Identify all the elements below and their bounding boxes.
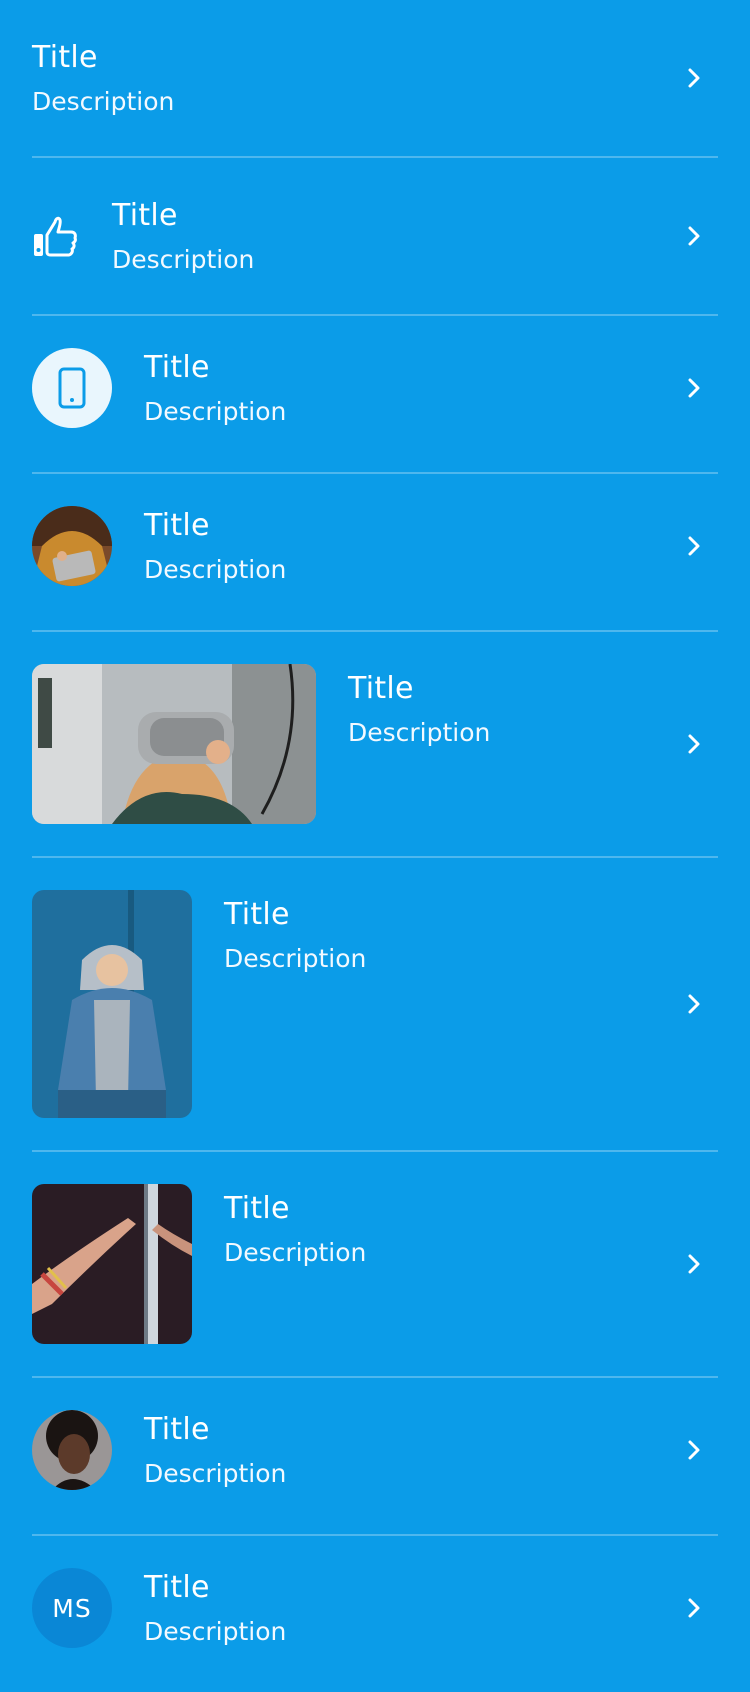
chevron-right-icon (680, 1250, 708, 1278)
list-item-title: Title (224, 897, 290, 932)
list-item[interactable]: Title Description (32, 890, 718, 1118)
divider (32, 1376, 718, 1378)
chevron-right-icon (680, 64, 708, 92)
list-item-text: Title Description (144, 507, 287, 584)
thumbs-up-icon (32, 213, 78, 259)
divider (32, 1534, 718, 1536)
divider (32, 314, 718, 316)
list-item[interactable]: Title Description (32, 348, 718, 428)
list-item[interactable]: Title Description (32, 32, 718, 124)
list-item[interactable]: Title Description (32, 1184, 718, 1344)
chevron-right-icon (680, 222, 708, 250)
list-item-text: Title Description (144, 1569, 287, 1646)
list-item-description: Description (144, 1458, 287, 1488)
list-item-text: Title Description (348, 671, 491, 747)
portrait-photo (32, 1410, 112, 1490)
list-item-title: Title (348, 671, 414, 706)
list-item-text: Title Description (112, 197, 255, 274)
divider (32, 1150, 718, 1152)
hands-photo (32, 1184, 192, 1344)
list-item-description: Description (348, 718, 491, 747)
list-item-description: Description (144, 554, 287, 584)
chevron-right-icon (680, 990, 708, 1018)
list-item-description: Description (32, 86, 175, 116)
list-item-description: Description (144, 396, 287, 426)
divider (32, 856, 718, 858)
avatar (32, 506, 112, 586)
list-item[interactable]: Title Description (32, 664, 718, 824)
list-item[interactable]: MS Title Description (32, 1568, 718, 1648)
list-item[interactable]: Title Description (32, 506, 718, 586)
list-item-title: Title (32, 39, 98, 75)
chevron-right-icon (680, 1594, 708, 1622)
chevron-right-icon (680, 374, 708, 402)
list-item-description: Description (224, 1238, 367, 1267)
divider (32, 156, 718, 158)
chevron-right-icon (680, 1436, 708, 1464)
list-item-text: Title Description (144, 1411, 287, 1488)
chevron-right-icon (680, 532, 708, 560)
list-item-text: Title Description (144, 349, 287, 426)
hoodie-person-photo (32, 890, 192, 1118)
vr-headset-photo (32, 664, 316, 824)
chevron-right-icon (680, 730, 708, 758)
list-item-description: Description (144, 1616, 287, 1646)
list-item-title: Title (144, 1569, 210, 1605)
list-item[interactable]: Title Description (32, 190, 718, 282)
list-item-description: Description (224, 944, 367, 973)
list-item-text: Title Description (224, 897, 367, 973)
initials-avatar: MS (32, 1568, 112, 1648)
list-item-title: Title (144, 1411, 210, 1447)
phone-icon (58, 367, 86, 409)
list-item-title: Title (112, 197, 178, 233)
list-item[interactable]: Title Description (32, 1410, 718, 1490)
list-view: Title Description Title Description Titl… (0, 0, 750, 1692)
list-item-title: Title (144, 349, 210, 385)
list-item-description: Description (112, 244, 255, 274)
phone-icon-container (32, 348, 112, 428)
list-item-text: Title Description (32, 39, 175, 116)
list-item-text: Title Description (224, 1191, 367, 1267)
list-item-title: Title (144, 507, 210, 543)
divider (32, 630, 718, 632)
list-item-title: Title (224, 1191, 290, 1226)
divider (32, 472, 718, 474)
